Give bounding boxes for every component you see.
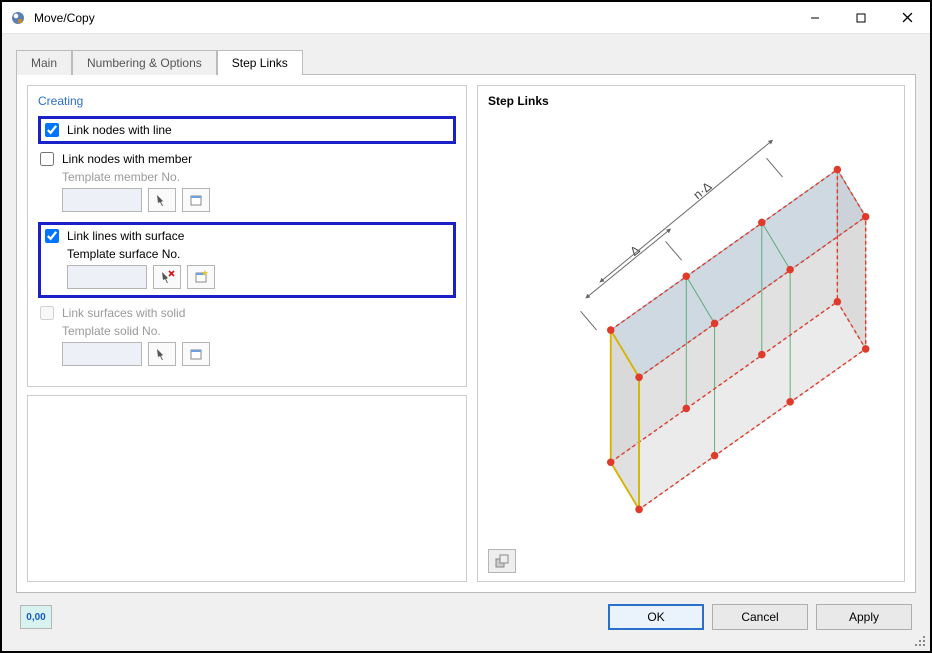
apply-button[interactable]: Apply	[816, 604, 912, 630]
preview-tool-icon	[494, 553, 510, 569]
titlebar: Move/Copy	[2, 2, 930, 34]
apply-label: Apply	[849, 610, 879, 624]
input-template-member[interactable]	[62, 188, 142, 212]
tab-main[interactable]: Main	[16, 50, 72, 75]
checkbox-link-lines-surface[interactable]	[45, 229, 59, 243]
label-link-nodes-member: Link nodes with member	[62, 152, 192, 166]
ok-button[interactable]: OK	[608, 604, 704, 630]
move-copy-window: Move/Copy Main Numbering & Options Step …	[0, 0, 932, 653]
preview-tool-button[interactable]	[488, 549, 516, 573]
row-link-surfaces-solid: Link surfaces with solid	[38, 306, 456, 320]
tab-step-links[interactable]: Step Links	[217, 50, 303, 75]
dim-segment-label: Δ	[627, 243, 642, 259]
label-link-lines-surface: Link lines with surface	[67, 229, 184, 243]
cancel-button[interactable]: Cancel	[712, 604, 808, 630]
preview-canvas[interactable]: Δ n·Δ	[488, 108, 894, 571]
new-member-button[interactable]	[182, 188, 210, 212]
input-row-template-member	[62, 188, 456, 212]
new-icon	[188, 192, 204, 208]
decimal-places-label: 0,00	[26, 612, 45, 623]
checkbox-link-nodes-line[interactable]	[45, 123, 59, 137]
resize-grip-icon[interactable]	[913, 634, 927, 648]
pick-icon	[154, 346, 170, 362]
minimize-button[interactable]	[792, 2, 838, 33]
creating-legend: Creating	[38, 94, 456, 108]
label-template-surface: Template surface No.	[67, 247, 447, 261]
input-row-template-surface	[67, 265, 447, 289]
creating-group: Creating Link nodes with line Link nodes…	[27, 85, 467, 387]
label-template-member: Template member No.	[62, 170, 456, 184]
tab-strip: Main Numbering & Options Step Links	[16, 46, 916, 74]
pick-surface-button[interactable]	[153, 265, 181, 289]
pick-member-button[interactable]	[148, 188, 176, 212]
label-link-surfaces-solid: Link surfaces with solid	[62, 306, 185, 320]
cancel-label: Cancel	[741, 610, 778, 624]
label-template-solid: Template solid No.	[62, 324, 456, 338]
client-area: Main Numbering & Options Step Links Crea…	[2, 34, 930, 651]
new-solid-button[interactable]	[182, 342, 210, 366]
input-template-surface[interactable]	[67, 265, 147, 289]
preview-legend: Step Links	[488, 94, 894, 108]
label-link-nodes-line: Link nodes with line	[67, 123, 172, 137]
close-button[interactable]	[884, 2, 930, 33]
new-icon	[193, 269, 209, 285]
checkbox-link-surfaces-solid	[40, 306, 54, 320]
new-icon	[188, 346, 204, 362]
bottom-bar: 0,00 OK Cancel Apply	[16, 593, 916, 641]
input-row-template-solid	[62, 342, 456, 366]
dim-total-label: n·Δ	[691, 179, 715, 202]
pick-icon	[154, 192, 170, 208]
preview-toolbar	[488, 549, 516, 573]
row-link-lines-surface: Link lines with surface	[43, 229, 447, 243]
tab-panel-step-links: Creating Link nodes with line Link nodes…	[16, 74, 916, 593]
tab-numbering[interactable]: Numbering & Options	[72, 50, 217, 75]
decimal-places-button[interactable]: 0,00	[20, 605, 52, 629]
row-link-nodes-line: Link nodes with line	[43, 123, 447, 137]
right-column: Step Links Δ n·Δ	[477, 85, 905, 582]
row-link-nodes-member: Link nodes with member	[38, 152, 456, 166]
highlight-link-nodes-line: Link nodes with line	[38, 116, 456, 144]
pick-solid-button[interactable]	[148, 342, 176, 366]
empty-group	[27, 395, 467, 582]
input-template-solid[interactable]	[62, 342, 142, 366]
preview-group: Step Links Δ n·Δ	[477, 85, 905, 582]
preview-illustration: Δ n·Δ	[488, 108, 894, 571]
window-controls	[792, 2, 930, 33]
new-surface-button[interactable]	[187, 265, 215, 289]
checkbox-link-nodes-member[interactable]	[40, 152, 54, 166]
ok-label: OK	[647, 610, 664, 624]
window-title: Move/Copy	[34, 11, 792, 25]
app-icon	[10, 10, 26, 26]
left-column: Creating Link nodes with line Link nodes…	[27, 85, 467, 582]
maximize-button[interactable]	[838, 2, 884, 33]
highlight-link-lines-surface: Link lines with surface Template surface…	[38, 222, 456, 298]
pick-delete-icon	[159, 269, 175, 285]
